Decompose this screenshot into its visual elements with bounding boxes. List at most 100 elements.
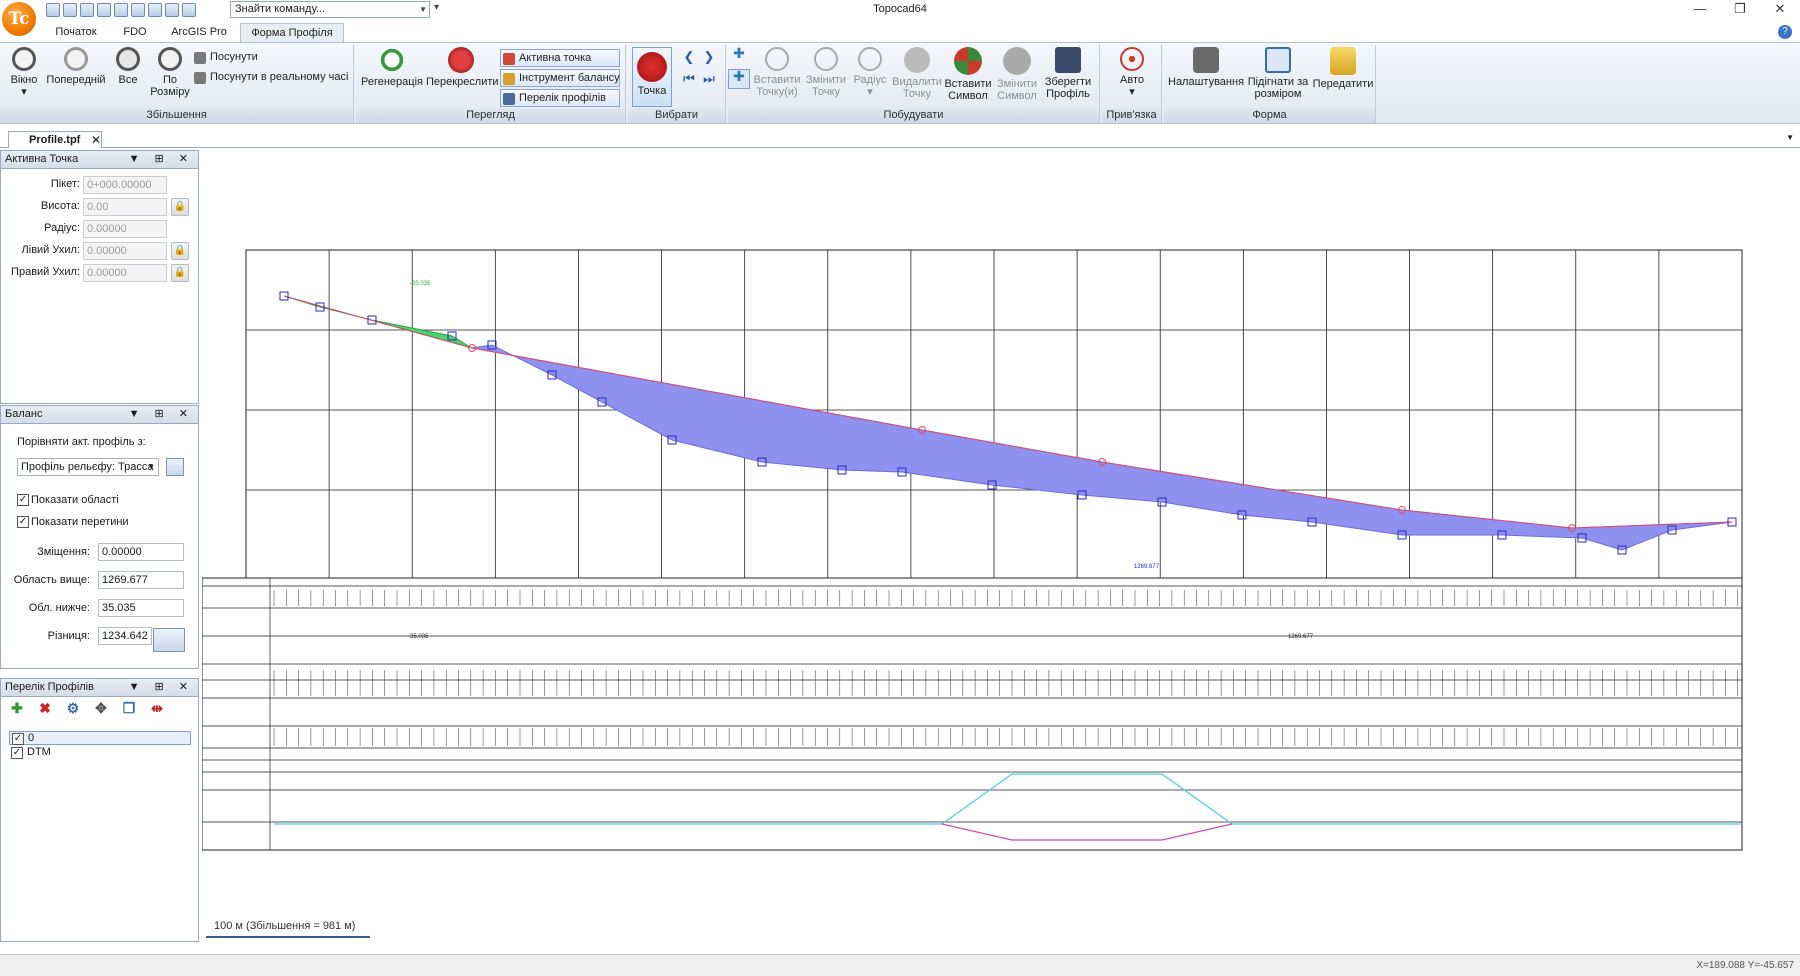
group-form: Налаштування Підігнати за розміром Перед… xyxy=(1164,45,1376,123)
checkbox-icon[interactable]: ✓ xyxy=(11,747,23,759)
app-logo[interactable]: Tc xyxy=(2,2,36,36)
add-point-icon[interactable]: ✚ xyxy=(728,46,750,65)
zoom-window-button[interactable]: Вікно ▾ xyxy=(4,47,44,98)
lock-right-slope-icon[interactable]: 🔒 xyxy=(171,264,189,282)
window-controls: — ❐ ✕ xyxy=(1680,0,1800,20)
profile-item[interactable]: ✓ 0 xyxy=(9,731,191,745)
panel-controls[interactable]: ▼ ⊞ ✕ xyxy=(129,152,194,165)
profile-canvas[interactable]: -35.035 35.035 1269.677 1269.677 xyxy=(201,150,1800,950)
tab-home[interactable]: Початок xyxy=(42,23,110,42)
height-input[interactable]: 0.00 xyxy=(83,198,167,216)
panel-controls[interactable]: ▼ ⊞ ✕ xyxy=(129,407,194,420)
fit-to-size-button[interactable]: Підігнати за розміром xyxy=(1246,47,1310,100)
insert-symbol-button[interactable]: Вставити Символ xyxy=(944,47,992,102)
left-slope-input[interactable]: 0.00000 xyxy=(83,242,167,260)
group-label-build: Побудувати xyxy=(728,109,1099,123)
insert-points-button[interactable]: Вставити Точку(и) xyxy=(752,47,802,98)
document-tab[interactable]: Profile.tpf ✕ xyxy=(8,131,102,148)
pan-button[interactable]: Посунути xyxy=(192,49,258,67)
change-point-button[interactable]: Змінити Точку xyxy=(804,47,848,98)
panel-controls[interactable]: ▼ ⊞ ✕ xyxy=(129,680,194,693)
zoom-all-button[interactable]: Все xyxy=(110,47,146,86)
lock-height-icon[interactable]: 🔒 xyxy=(171,198,189,216)
redraw-button[interactable]: Перекреслити xyxy=(426,47,499,88)
profile-list-toggle[interactable]: Перелік профілів xyxy=(500,89,620,107)
profile-list-icon xyxy=(503,93,515,105)
radius-button[interactable]: Радіус ▾ xyxy=(850,47,890,98)
move-profile-icon[interactable]: ✥ xyxy=(91,699,111,717)
balance-tool-toggle[interactable]: Інструмент балансу xyxy=(500,69,620,87)
balance-panel: Баланс ▼ ⊞ ✕ Порівняти акт. профіль з: Пр… xyxy=(0,405,199,669)
zoom-previous-button[interactable]: Попередній xyxy=(44,47,108,86)
delete-point-button[interactable]: Видалити Точку xyxy=(892,47,942,100)
zoom-all-icon xyxy=(116,47,140,71)
profile-drawing[interactable]: -35.035 35.035 1269.677 1269.677 xyxy=(201,150,1800,950)
add-profile-icon[interactable]: ✚ xyxy=(7,699,27,717)
pan-realtime-button[interactable]: Посунути в реальному часі xyxy=(192,69,348,87)
terrain-points[interactable] xyxy=(279,291,1737,555)
zoom-by-size-button[interactable]: По Розміру xyxy=(150,47,190,98)
active-point-icon xyxy=(503,53,515,65)
field-radius: Радіус: 0.00000 xyxy=(1,219,200,239)
band-area-left: 35.035 xyxy=(410,634,429,640)
close-icon[interactable]: ✕ xyxy=(1760,0,1800,20)
area-above-label: Область вище: xyxy=(13,574,90,586)
change-symbol-icon xyxy=(1003,47,1031,75)
close-tab-icon[interactable]: ✕ xyxy=(91,133,101,147)
station-input[interactable]: 0+000.00000 xyxy=(83,176,167,194)
checkbox-icon[interactable]: ✓ xyxy=(12,733,24,745)
ribbon: Вікно ▾ Попередній Все По Розміру Посунут… xyxy=(0,42,1800,124)
merge-profile-icon[interactable]: ⇹ xyxy=(147,699,167,717)
group-build: ✚ ✚ Вставити Точку(и) Змінити Точку Раді… xyxy=(728,45,1100,123)
delete-profile-icon[interactable]: ✖ xyxy=(35,699,55,717)
profile-properties-icon[interactable]: ⚙ xyxy=(63,699,83,717)
magnifier-icon xyxy=(12,47,36,71)
lock-left-slope-icon[interactable]: 🔒 xyxy=(171,242,189,260)
show-intersections-checkbox[interactable]: ✓ Показати перетини xyxy=(17,516,129,530)
offset-input[interactable]: 0.00000 xyxy=(98,543,184,561)
change-symbol-button[interactable]: Змінити Символ xyxy=(994,47,1040,102)
profile-item[interactable]: ✓ DTM xyxy=(9,746,191,760)
help-icon[interactable]: ? xyxy=(1778,25,1792,39)
radius-input[interactable]: 0.00000 xyxy=(83,220,167,238)
next-point-icon[interactable]: ❯ xyxy=(700,50,718,69)
tab-arcgis-pro[interactable]: ArcGIS Pro xyxy=(162,23,236,42)
save-profile-button[interactable]: Зберегти Профіль xyxy=(1042,47,1094,100)
right-slope-input[interactable]: 0.00000 xyxy=(83,264,167,282)
tab-profile-form[interactable]: Форма Профіля xyxy=(240,23,344,42)
show-areas-checkbox[interactable]: ✓ Показати області xyxy=(17,494,119,508)
field-station: Пікет: 0+000.00000 xyxy=(1,175,200,195)
tab-fdo[interactable]: FDO xyxy=(112,23,158,42)
minimize-icon[interactable]: — xyxy=(1680,0,1720,20)
difference-value: 1234.642 xyxy=(98,627,152,645)
chevron-down-icon: ▼ xyxy=(147,462,155,471)
snap-auto-button[interactable]: Авто ▾ xyxy=(1108,47,1156,98)
copy-profile-icon[interactable]: ❐ xyxy=(119,699,139,717)
settings-button[interactable]: Налаштування xyxy=(1168,47,1244,88)
compare-options-button[interactable] xyxy=(166,458,184,476)
last-point-icon[interactable]: ⏭ xyxy=(700,72,718,91)
balance-panel-header: Баланс ▼ ⊞ ✕ xyxy=(1,406,198,424)
restore-icon[interactable]: ❐ xyxy=(1720,0,1760,20)
cursor-icon xyxy=(637,52,667,82)
pan-realtime-icon xyxy=(194,72,206,84)
active-point-toggle[interactable]: Активна точка xyxy=(500,49,620,67)
send-button[interactable]: Передатити xyxy=(1312,47,1374,90)
profile-list-panel-header: Перелік Профілів ▼ ⊞ ✕ xyxy=(1,679,198,697)
area-above-value: 1269.677 xyxy=(98,571,184,589)
first-point-icon[interactable]: ⏮ xyxy=(680,72,698,91)
regen-button[interactable]: Регенерація xyxy=(360,47,424,88)
balance-icon xyxy=(503,73,515,85)
field-left-slope: Лівий Ухил: 0.00000 🔒 xyxy=(1,241,200,261)
select-point-button[interactable]: Точка xyxy=(632,47,672,107)
previous-point-icon[interactable]: ❮ xyxy=(680,50,698,69)
fill-area-label: -35.035 xyxy=(410,281,431,287)
add-point-active-icon[interactable]: ✚ xyxy=(728,69,750,89)
tab-list-dropdown-icon[interactable]: ▼ xyxy=(1786,133,1794,142)
compare-profile-select[interactable]: Профіль рельєфу: Трасса ▼ xyxy=(17,458,159,476)
group-label-snap: Прив'язка xyxy=(1102,109,1161,123)
offset-label: Зміщення: xyxy=(37,546,90,558)
send-icon xyxy=(1330,47,1356,75)
calculate-button[interactable] xyxy=(153,628,185,652)
checkbox-icon: ✓ xyxy=(17,494,29,506)
